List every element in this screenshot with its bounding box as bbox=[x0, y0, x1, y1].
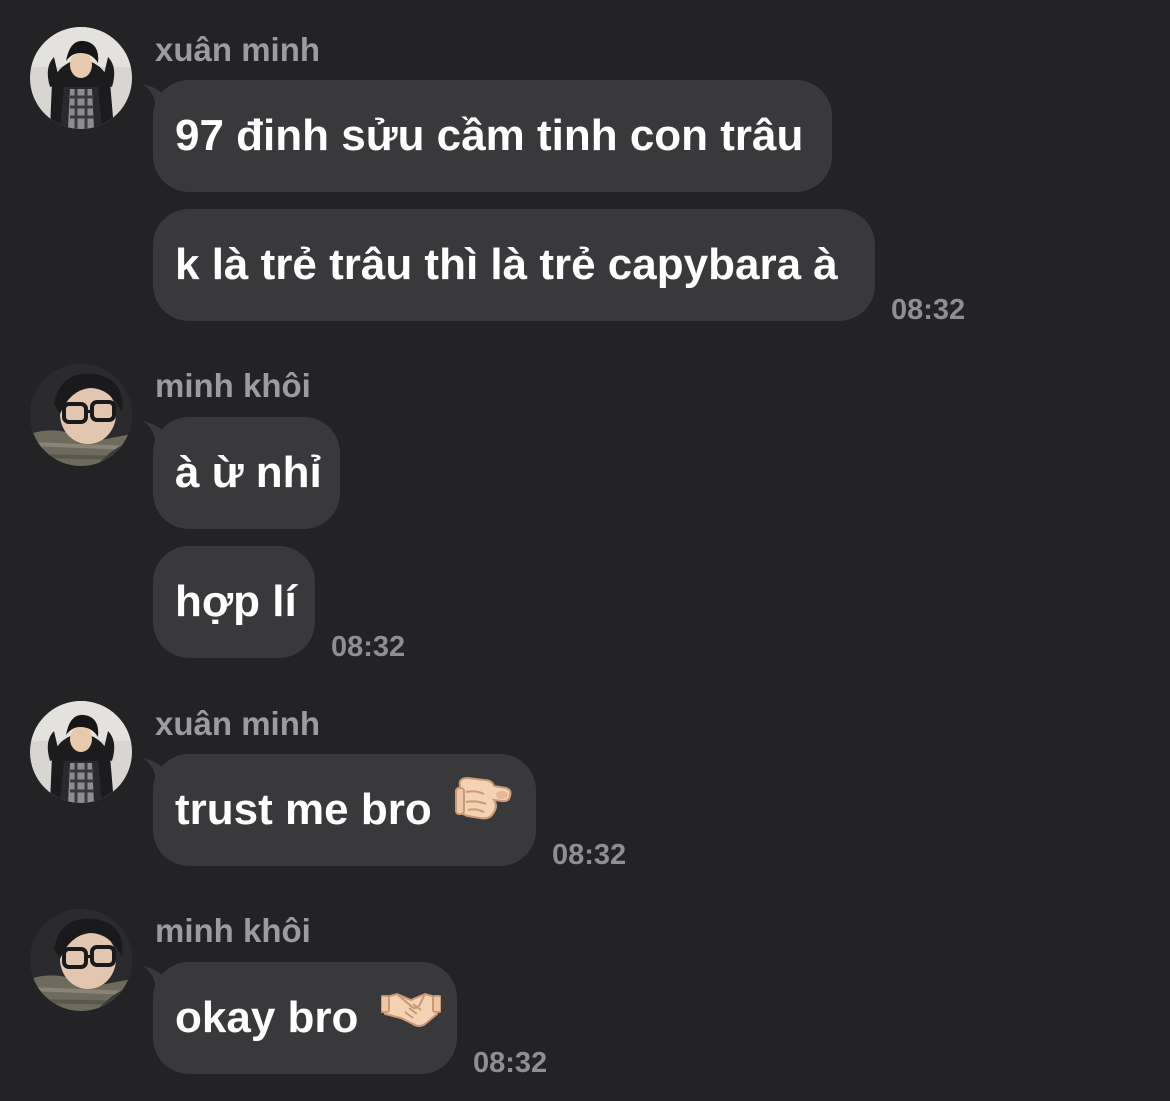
sender-name: minh khôi bbox=[155, 367, 311, 404]
message-timestamp: 08:32 bbox=[552, 839, 627, 871]
message-bubble[interactable]: hợp lí bbox=[153, 546, 315, 658]
avatar-photo-icon bbox=[30, 27, 132, 129]
message-text: à ừ nhỉ bbox=[175, 448, 322, 497]
avatar[interactable] bbox=[30, 364, 132, 466]
avatar-photo-icon bbox=[30, 701, 132, 803]
avatar[interactable] bbox=[30, 909, 132, 1011]
pointing-finger-emoji-icon bbox=[454, 752, 512, 864]
sender-name: xuân minh bbox=[155, 31, 321, 68]
avatar[interactable] bbox=[30, 27, 132, 129]
message-text: trust me bro bbox=[175, 785, 432, 834]
message-bubble[interactable]: à ừ nhỉ bbox=[153, 417, 340, 529]
message-bubble[interactable]: okay bro bbox=[153, 962, 457, 1074]
avatar[interactable] bbox=[30, 701, 132, 803]
avatar-photo-icon bbox=[30, 364, 132, 466]
handshake-emoji-icon bbox=[379, 960, 442, 1072]
message-text: 97 đinh sửu cầm tinh con trâu bbox=[175, 111, 804, 160]
message-timestamp: 08:32 bbox=[331, 631, 406, 663]
message-bubble[interactable]: 97 đinh sửu cầm tinh con trâu bbox=[153, 80, 832, 192]
message-text: okay bro bbox=[175, 993, 359, 1042]
message-timestamp: 08:32 bbox=[473, 1047, 548, 1079]
sender-name: xuân minh bbox=[155, 705, 321, 742]
message-text: k là trẻ trâu thì là trẻ capybara à bbox=[175, 240, 838, 289]
sender-name: minh khôi bbox=[155, 912, 311, 949]
message-bubble[interactable]: trust me bro bbox=[153, 754, 536, 866]
avatar-photo-icon bbox=[30, 909, 132, 1011]
message-timestamp: 08:32 bbox=[891, 294, 966, 326]
message-text: hợp lí bbox=[175, 577, 297, 626]
message-bubble[interactable]: k là trẻ trâu thì là trẻ capybara à bbox=[153, 209, 875, 321]
